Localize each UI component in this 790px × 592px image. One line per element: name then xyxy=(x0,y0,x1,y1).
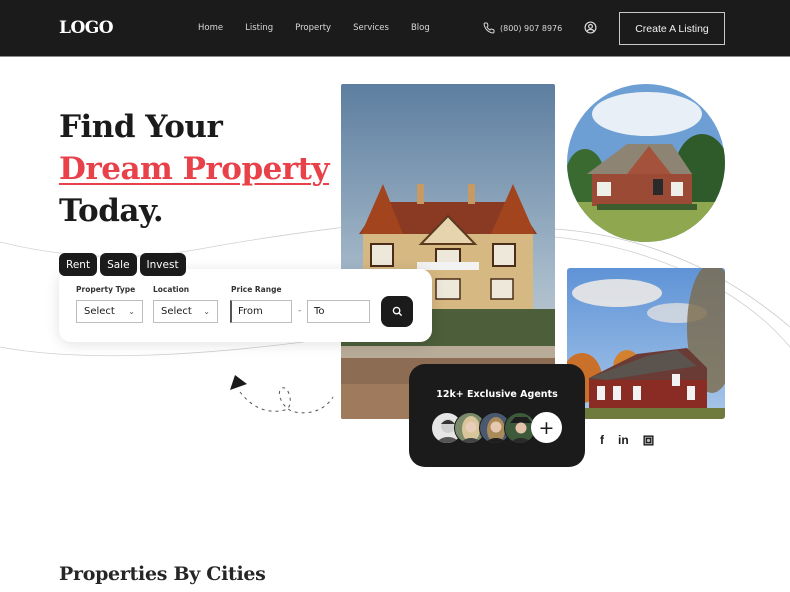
create-listing-button[interactable]: Create A Listing xyxy=(619,12,725,45)
dashed-arrow-decoration xyxy=(230,375,334,414)
nav-link-blog[interactable]: Blog xyxy=(411,23,430,33)
agents-count-title: 12k+ Exclusive Agents xyxy=(436,389,558,400)
circle-property-image xyxy=(567,84,725,242)
property-search-card: Property Type Select ⌄ Location Select ⌄… xyxy=(59,269,432,342)
tab-sale[interactable]: Sale xyxy=(100,253,137,276)
location-select[interactable]: Select ⌄ xyxy=(153,300,218,323)
price-from-input[interactable]: From xyxy=(230,300,292,323)
red-house-illustration xyxy=(567,268,725,419)
nav-link-property[interactable]: Property xyxy=(295,23,331,33)
nav-link-home[interactable]: Home xyxy=(198,23,223,33)
user-circle-icon[interactable] xyxy=(584,21,597,34)
property-type-select[interactable]: Select ⌄ xyxy=(76,300,143,323)
phone-icon xyxy=(483,22,495,34)
range-separator: - xyxy=(298,306,302,316)
price-from-placeholder: From xyxy=(238,306,263,317)
nav-link-services[interactable]: Services xyxy=(353,23,389,33)
linkedin-icon[interactable]: in xyxy=(618,434,629,447)
phone-contact[interactable]: (800) 907 8976 xyxy=(483,22,562,34)
hero-accent-text: Dream Property xyxy=(59,151,330,187)
more-agents-button[interactable]: + xyxy=(531,412,562,443)
hero-heading: Find Your Dream Property Today. xyxy=(59,106,330,232)
tab-invest[interactable]: Invest xyxy=(139,253,186,276)
brick-house-illustration xyxy=(567,84,725,242)
search-icon xyxy=(392,306,402,317)
top-navbar: LOGO Home Listing Property Services Blog… xyxy=(0,0,790,57)
property-type-value: Select xyxy=(84,306,115,317)
facebook-icon[interactable]: f xyxy=(600,434,604,447)
price-to-input[interactable]: To xyxy=(307,300,370,323)
agents-card: 12k+ Exclusive Agents + xyxy=(409,364,585,467)
social-links: f in xyxy=(600,434,654,447)
search-button[interactable] xyxy=(381,296,413,327)
listing-type-tabs: Rent Sale Invest xyxy=(59,253,186,276)
chevron-down-icon: ⌄ xyxy=(203,307,210,316)
hero-line-1: Find Your xyxy=(59,109,223,145)
phone-number: (800) 907 8976 xyxy=(500,23,563,33)
property-type-label: Property Type xyxy=(76,285,136,294)
secondary-property-image xyxy=(567,268,725,419)
nav-link-listing[interactable]: Listing xyxy=(245,23,273,33)
instagram-icon[interactable] xyxy=(643,435,654,446)
chevron-down-icon: ⌄ xyxy=(128,307,135,316)
price-range-label: Price Range xyxy=(231,285,282,294)
logo[interactable]: LOGO xyxy=(59,18,114,38)
location-label: Location xyxy=(153,285,190,294)
properties-by-cities-heading: Properties By Cities xyxy=(59,563,266,585)
hero-line-3: Today. xyxy=(59,193,164,229)
arrow-head-icon xyxy=(230,375,247,390)
nav-links: Home Listing Property Services Blog xyxy=(198,23,452,33)
tab-rent[interactable]: Rent xyxy=(59,253,98,276)
price-to-placeholder: To xyxy=(314,306,325,317)
location-value: Select xyxy=(161,306,192,317)
